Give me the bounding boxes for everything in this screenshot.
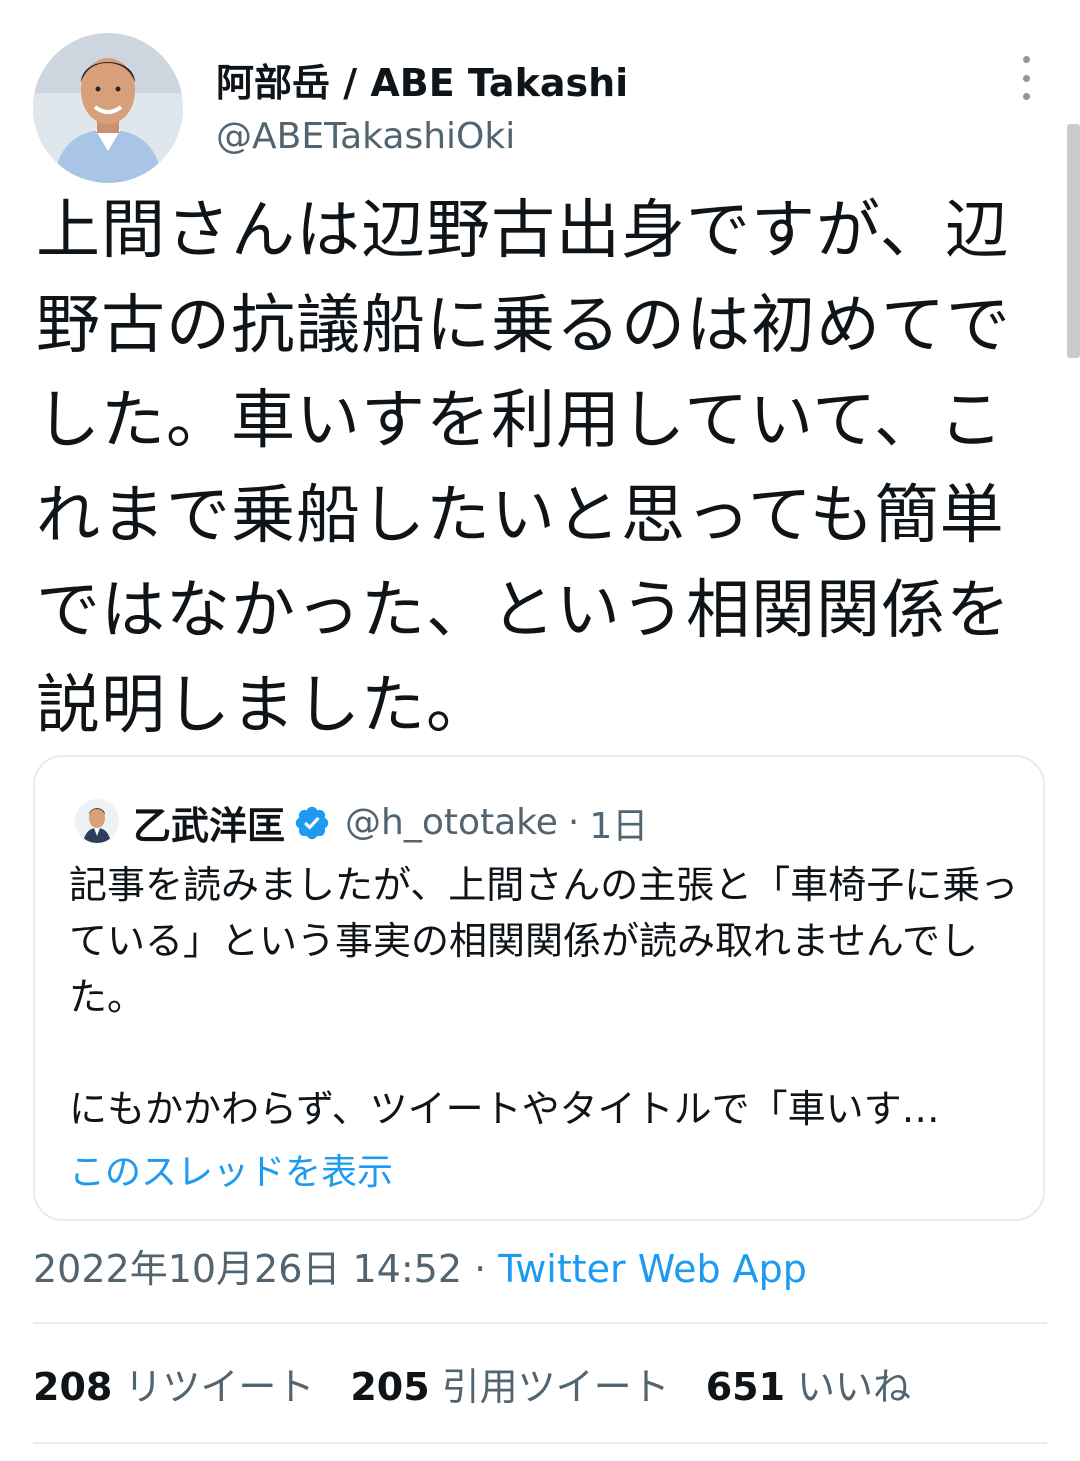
retweets-count: 208	[33, 1365, 113, 1409]
quoted-tweet-card[interactable]: 乙武洋匡 @h_ototake · 1日 記事を読みましたが、上間さんの主張と「…	[33, 755, 1045, 1221]
likes-stat[interactable]: 651 いいね	[706, 1356, 911, 1411]
tweet-meta: 2022年10月26日 14:52 · Twitter Web App	[33, 1238, 807, 1293]
quoted-header: 乙武洋匡 @h_ototake · 1日	[133, 795, 648, 850]
quoted-separator: ·	[567, 802, 580, 843]
quoted-author-handle[interactable]: @h_ototake	[345, 802, 558, 843]
divider	[33, 1322, 1047, 1324]
quoted-author-photo	[75, 799, 119, 843]
verified-badge-icon	[295, 806, 329, 839]
tweet-text: 上間さんは辺野古出身ですが、辺野古の抗議船に乗るのは初めてでした。車いすを利用し…	[36, 194, 1011, 743]
more-dot	[1022, 56, 1030, 63]
likes-count: 651	[705, 1365, 786, 1409]
tweet-stats: 208 リツイート 205 引用ツイート 651 いいね	[33, 1356, 947, 1411]
scrollbar-thumb[interactable]	[1067, 124, 1080, 358]
more-dot	[1022, 74, 1030, 82]
quote-tweets-stat[interactable]: 205 引用ツイート	[350, 1356, 669, 1411]
tweet-timestamp[interactable]: 2022年10月26日 14:52	[33, 1247, 462, 1291]
author-photo	[33, 33, 183, 183]
quoted-paragraph: にもかかわらず、ツイートやタイトルで「車いす…	[69, 1087, 940, 1131]
retweets-label: リツイート	[124, 1365, 315, 1409]
meta-separator: ·	[474, 1247, 487, 1291]
author-avatar[interactable]	[33, 33, 183, 183]
quoted-paragraph: 記事を読みましたが、上間さんの主張と「車椅子に乗っている」という事実の相関関係が…	[69, 863, 1019, 1019]
show-thread-link[interactable]: このスレッドを表示	[69, 1143, 393, 1195]
retweets-stat[interactable]: 208 リツイート	[33, 1356, 314, 1411]
more-vertical-icon[interactable]	[1006, 56, 1046, 100]
quoted-author-name[interactable]: 乙武洋匡	[133, 795, 285, 850]
quoted-author-avatar[interactable]	[75, 799, 119, 843]
quote-tweets-count: 205	[350, 1365, 430, 1409]
author-display-name[interactable]: 阿部岳 / ABE Takashi	[216, 52, 628, 107]
quoted-time[interactable]: 1日	[589, 797, 648, 849]
divider	[33, 1442, 1047, 1444]
likes-label: いいね	[797, 1365, 912, 1409]
quoted-text: 記事を読みましたが、上間さんの主張と「車椅子に乗っている」という事実の相関関係が…	[69, 857, 1019, 1137]
author-handle[interactable]: @ABETakashiOki	[216, 116, 515, 157]
quote-tweets-label: 引用ツイート	[441, 1365, 670, 1409]
tweet-source-link[interactable]: Twitter Web App	[498, 1247, 807, 1291]
more-dot	[1022, 93, 1030, 100]
